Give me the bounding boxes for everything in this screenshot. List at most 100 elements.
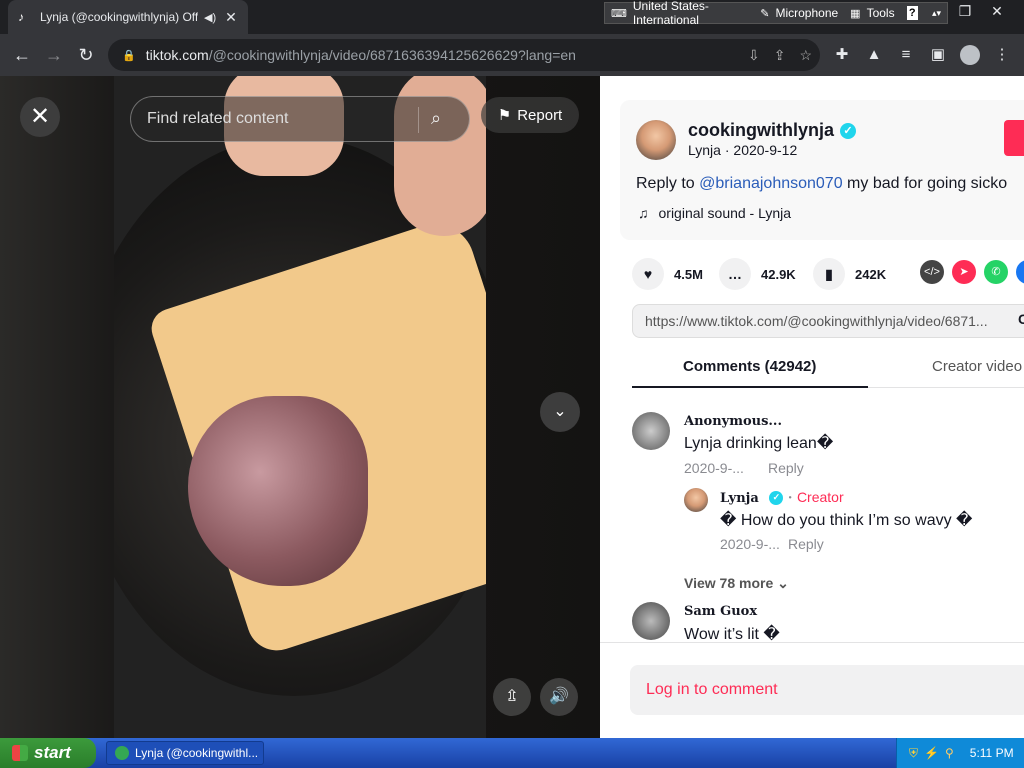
comment-text: Lynja drinking lean�: [684, 435, 834, 452]
commenter-name[interactable]: Anonymous...: [684, 414, 782, 429]
search-tray-icon[interactable]: ⚲: [945, 746, 954, 760]
heart-icon: ♥: [632, 258, 664, 290]
description-prefix: Reply to: [636, 175, 700, 192]
facebook-icon[interactable]: f: [1016, 260, 1024, 284]
whatsapp-icon[interactable]: ✆: [984, 260, 1008, 284]
like-button[interactable]: ♥ 4.5M: [632, 258, 703, 290]
volume-button[interactable]: 🔊: [540, 678, 578, 716]
reply-author-name: Lynja: [720, 491, 759, 506]
reply-author[interactable]: Lynja ✓ · Creator: [720, 489, 844, 506]
like-count: 4.5M: [674, 266, 703, 282]
language-bar: ⌨ United States-International ✎ Micropho…: [604, 0, 948, 27]
taskbar-window-label: Lynja (@cookingwithl...: [135, 746, 259, 760]
creator-reply-avatar[interactable]: [684, 488, 708, 512]
browser-tab[interactable]: ♪ Lynja (@cookingwithlynja) Offi ◀) ✕: [8, 0, 248, 34]
follow-button[interactable]: [1004, 120, 1024, 156]
view-more-replies[interactable]: View 78 more ⌄: [684, 575, 789, 592]
lock-icon: 🔒: [122, 49, 136, 62]
restore-window-icon[interactable]: ❐: [948, 0, 982, 24]
embed-icon[interactable]: </>: [920, 260, 944, 284]
post-date: 2020-9-12: [733, 142, 798, 158]
mention-link[interactable]: @brianajohnson070: [699, 175, 842, 192]
network-icon[interactable]: ⚡: [924, 746, 939, 760]
labs-icon[interactable]: ▲: [858, 39, 890, 71]
save-count: 242K: [855, 266, 887, 282]
panel-tabs: Comments (42942) Creator video: [632, 346, 1024, 388]
commenter-avatar[interactable]: [632, 602, 670, 640]
creator-meta: Lynja · 2020-9-12: [688, 142, 798, 158]
address-bar[interactable]: 🔒 tiktok.com/@cookingwithlynja/video/687…: [108, 39, 820, 71]
comment-button[interactable]: … 42.9K: [719, 258, 796, 290]
report-button[interactable]: ⚑ Report: [481, 97, 579, 133]
chevron-down-icon: ⌄: [777, 575, 789, 591]
side-panel-icon[interactable]: ▣: [922, 39, 954, 71]
url-path: /@cookingwithlynja/video/687163639412562…: [208, 47, 576, 63]
commenter-avatar[interactable]: [632, 412, 670, 450]
copy-link-button[interactable]: C: [1018, 311, 1024, 327]
bookmark-star-icon[interactable]: ☆: [799, 47, 812, 64]
login-to-comment-button[interactable]: Log in to comment: [630, 665, 1024, 715]
windows-logo-icon: [12, 745, 28, 761]
security-shield-icon[interactable]: ⛨: [909, 746, 918, 761]
language-bar-options-icon[interactable]: ▴▾: [932, 8, 941, 19]
search-placeholder: Find related content: [147, 110, 289, 127]
save-button[interactable]: ▮ 242K: [813, 258, 886, 290]
close-tab-icon[interactable]: ✕: [224, 9, 238, 26]
tab-comments[interactable]: Comments (42942): [683, 358, 816, 375]
browser-menu-icon[interactable]: ⋮: [986, 39, 1018, 71]
tools-button[interactable]: Tools: [867, 6, 895, 20]
scroll-to-top-button[interactable]: ⇫: [493, 678, 531, 716]
reply-link[interactable]: Reply: [788, 536, 824, 552]
creator-avatar[interactable]: [636, 120, 676, 160]
sound-link[interactable]: ♫ original sound - Lynja: [638, 205, 791, 221]
help-icon[interactable]: ?: [906, 6, 918, 20]
start-label: start: [34, 743, 71, 762]
flag-icon: ⚑: [497, 107, 512, 124]
search-divider: [418, 107, 419, 133]
audio-playing-icon[interactable]: ◀): [204, 11, 218, 24]
start-button[interactable]: start: [0, 738, 96, 768]
creator-badge: Creator: [796, 489, 844, 505]
creator-username[interactable]: cookingwithlynja ✓: [688, 120, 857, 141]
page: ✕ Find related content ⌕ ⚑ Report ⌄ ⇫ 🔊 …: [0, 76, 1024, 738]
install-icon[interactable]: ⇩: [748, 47, 760, 64]
comment-list: Anonymous... Lynja drinking lean� 2020-9…: [600, 388, 1024, 642]
share-link-field[interactable]: https://www.tiktok.com/@cookingwithlynja…: [632, 304, 1024, 338]
send-icon[interactable]: ➤: [952, 260, 976, 284]
video-player[interactable]: [114, 76, 486, 738]
keyboard-layout[interactable]: United States-International: [633, 0, 748, 27]
search-bar[interactable]: Find related content ⌕: [130, 96, 470, 142]
display-name: Lynja: [688, 142, 721, 158]
keyboard-icon: ⌨: [611, 7, 627, 20]
microphone-button[interactable]: Microphone: [775, 6, 838, 20]
taskbar-chrome-window[interactable]: Lynja (@cookingwithl...: [106, 741, 264, 765]
share-link-text: https://www.tiktok.com/@cookingwithlynja…: [645, 313, 988, 329]
music-note-icon: ♫: [638, 205, 649, 221]
sound-name: original sound - Lynja: [658, 205, 792, 221]
chrome-icon: [115, 746, 129, 760]
clock: 5:11 PM: [969, 746, 1014, 760]
reload-icon[interactable]: ↻: [70, 39, 102, 71]
profile-icon[interactable]: [954, 39, 986, 71]
search-icon[interactable]: ⌕: [431, 108, 441, 129]
tab-creator-videos[interactable]: Creator video: [932, 358, 1022, 375]
next-video-button[interactable]: ⌄: [540, 392, 580, 432]
view-more-label: View 78 more: [684, 575, 774, 591]
comment-icon: …: [719, 258, 751, 290]
comment-date: 2020-9-...: [684, 460, 744, 476]
username-text: cookingwithlynja: [688, 120, 835, 140]
report-label: Report: [517, 106, 563, 124]
share-icon[interactable]: ⇪: [774, 47, 786, 64]
post-description: Reply to @brianajohnson070 my bad for go…: [636, 175, 1024, 193]
reply-link[interactable]: Reply: [768, 460, 804, 476]
reply-date: 2020-9-...: [720, 536, 780, 552]
extensions-icon[interactable]: ✚: [826, 39, 858, 71]
verified-badge-icon: ✓: [769, 491, 784, 505]
forward-icon[interactable]: →: [38, 39, 70, 71]
close-window-icon[interactable]: ✕: [980, 0, 1014, 24]
close-video-button[interactable]: ✕: [20, 97, 60, 137]
media-controls-icon[interactable]: ≡: [890, 39, 922, 71]
back-icon[interactable]: ←: [6, 39, 38, 71]
commenter-name[interactable]: Sam Guox: [684, 604, 757, 619]
verified-badge-icon: ✓: [840, 123, 857, 139]
